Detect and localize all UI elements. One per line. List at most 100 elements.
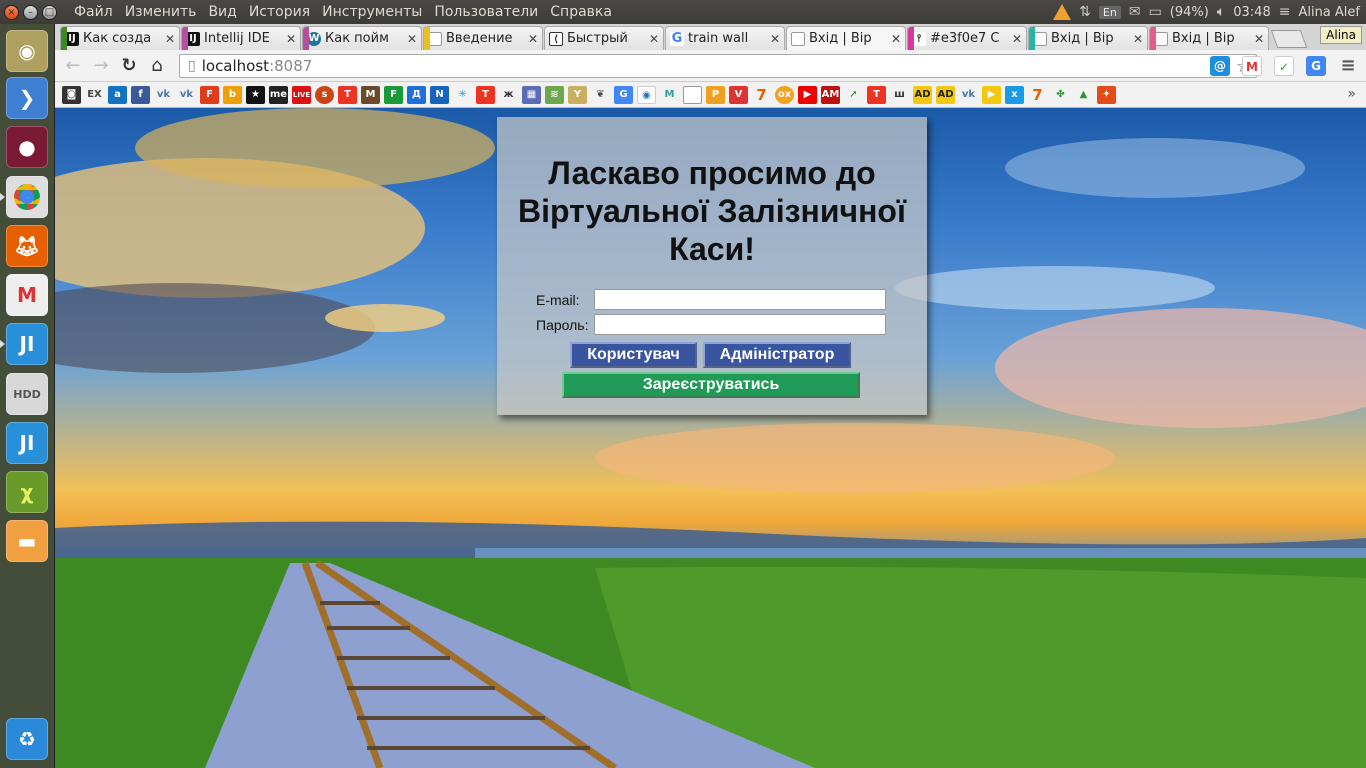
bookmark-seven-icon-2[interactable]: 7	[1028, 86, 1047, 104]
user-login-button[interactable]: Користувач	[570, 342, 697, 368]
tab-10[interactable]: Вхід | Вір ✕	[1149, 26, 1269, 50]
bookmark-facebook-icon[interactable]: f	[131, 85, 150, 104]
menu-help[interactable]: Справка	[544, 4, 618, 20]
bookmark-fire-icon[interactable]: ✦	[1097, 85, 1116, 104]
menu-view[interactable]: Вид	[202, 4, 242, 20]
user-name[interactable]: Alina Alef	[1298, 5, 1360, 20]
bookmark-instagram-icon[interactable]: ◙	[62, 85, 81, 104]
hard-drive-icon[interactable]: HDD	[6, 373, 48, 415]
bookmark-b-icon[interactable]: b	[223, 85, 242, 104]
bookmark-t-icon-3[interactable]: T	[867, 85, 886, 104]
clock[interactable]: 03:48	[1233, 5, 1270, 20]
bookmark-n-icon[interactable]: N	[430, 85, 449, 104]
intellij-icon-2[interactable]: JI	[6, 422, 48, 464]
firefox-icon[interactable]: 🦊︎	[6, 225, 48, 267]
menu-tools[interactable]: Инструменты	[316, 4, 428, 20]
window-maximize-button[interactable]: □	[42, 4, 57, 20]
session-menu-icon[interactable]: ≡	[1279, 4, 1291, 20]
gmail-checker-icon[interactable]: M	[1242, 56, 1262, 76]
bookmark-y-icon[interactable]: Y	[568, 85, 587, 104]
window-minimize-button[interactable]: –	[23, 4, 38, 20]
tab-9[interactable]: Вхід | Вір ✕	[1028, 26, 1148, 50]
transfer-icon[interactable]: ⇅	[1079, 4, 1091, 20]
shield-icon[interactable]: ✓	[1274, 56, 1294, 76]
tab-1[interactable]: IJ Как созда ✕	[60, 26, 180, 50]
xiphos-icon[interactable]: χ	[6, 471, 48, 513]
bookmark-sh-icon[interactable]: ш	[890, 86, 909, 104]
reload-icon[interactable]: ↻	[115, 55, 143, 76]
bookmark-recycle-icon[interactable]: ✤	[1051, 86, 1070, 104]
bookmark-live-icon[interactable]: LIVE	[292, 85, 311, 104]
bookmark-ad-icon-2[interactable]: AD	[936, 85, 955, 104]
menu-history[interactable]: История	[243, 4, 316, 20]
tab-5[interactable]: ⟨ Быстрый ✕	[544, 26, 664, 50]
tab-7-active[interactable]: Вхід | Вір ✕	[786, 26, 906, 50]
tab-close-icon[interactable]: ✕	[1012, 32, 1022, 46]
bookmark-wave-icon[interactable]: ≋	[545, 85, 564, 104]
bookmark-vk-icon-2[interactable]: vk	[177, 86, 196, 104]
forward-arrow-icon[interactable]: →	[87, 55, 115, 76]
tab-close-icon[interactable]: ✕	[649, 32, 659, 46]
tab-3[interactable]: W Как пойм ✕	[302, 26, 422, 50]
bookmark-translate-icon[interactable]: G	[614, 85, 633, 104]
menu-users[interactable]: Пользователи	[428, 4, 544, 20]
intellij-icon[interactable]: JI	[0, 323, 48, 365]
tab-close-icon[interactable]: ✕	[286, 32, 296, 46]
bookmark-f-icon[interactable]: F	[200, 85, 219, 104]
keyboard-layout-indicator[interactable]: En	[1098, 5, 1121, 19]
bookmark-youtube-icon[interactable]: ▶	[798, 85, 817, 104]
tab-2[interactable]: IJ Intellij IDE ✕	[181, 26, 301, 50]
tab-close-icon[interactable]: ✕	[891, 32, 901, 46]
bookmark-pix-icon[interactable]: P	[706, 85, 725, 104]
tab-close-icon[interactable]: ✕	[1133, 32, 1143, 46]
bookmark-tag-icon[interactable]: ▶	[982, 85, 1001, 104]
bookmark-drive-icon[interactable]: ▲	[1074, 86, 1093, 104]
chrome-menu-icon[interactable]: ≡	[1338, 56, 1358, 76]
bookmark-olx-icon[interactable]: ox	[775, 85, 794, 104]
bookmark-v-icon[interactable]: V	[729, 85, 748, 104]
bookmark-vk-icon[interactable]: vk	[154, 86, 173, 104]
new-tab-button[interactable]	[1270, 30, 1308, 48]
bookmark-t-icon[interactable]: T	[338, 85, 357, 104]
bookmark-page-icon[interactable]	[683, 85, 702, 104]
tab-close-icon[interactable]: ✕	[1254, 32, 1264, 46]
bookmark-s-icon[interactable]: s	[315, 85, 334, 104]
bookmark-dynamo-icon[interactable]: Д	[407, 85, 426, 104]
bookmarks-more-icon[interactable]: »	[1347, 86, 1356, 102]
bookmark-grid-icon[interactable]: ▦	[522, 85, 541, 104]
bookmark-ex-icon[interactable]: EX	[85, 86, 104, 104]
gmail-icon[interactable]: M	[6, 274, 48, 316]
menu-file[interactable]: Файл	[68, 4, 119, 20]
bookmark-green-f-icon[interactable]: F	[384, 85, 403, 104]
ubuntu-dash-icon[interactable]: ◉	[6, 30, 48, 72]
password-field[interactable]	[594, 314, 886, 335]
profile-button[interactable]: Alina	[1320, 26, 1362, 44]
bookmark-eye-icon[interactable]: ◉	[637, 85, 656, 104]
address-bar[interactable]: ▯ localhost:8087 ☆	[179, 54, 1257, 78]
bookmark-ad-icon[interactable]: AD	[913, 85, 932, 104]
tab-6[interactable]: Gtrain wall ✕	[665, 26, 785, 50]
bookmark-arrow-icon[interactable]: ➚	[844, 86, 863, 104]
bookmark-star-icon[interactable]: ★	[246, 85, 265, 104]
tab-8[interactable]: ⫯ #e3f0e7 C ✕	[907, 26, 1027, 50]
chrome-icon[interactable]	[0, 176, 48, 218]
home-icon[interactable]: ⌂	[143, 55, 171, 76]
bookmark-am-icon[interactable]: AM	[821, 85, 840, 104]
tab-close-icon[interactable]: ✕	[770, 32, 780, 46]
email-field[interactable]	[594, 289, 886, 310]
bookmark-me-icon[interactable]: me	[269, 85, 288, 104]
update-warning-icon[interactable]	[1053, 4, 1072, 20]
bookmark-m-teal-icon[interactable]: M	[660, 86, 679, 104]
tab-4[interactable]: Введение ✕	[423, 26, 543, 50]
battery-icon[interactable]: ▭	[1149, 4, 1162, 20]
mail-ru-icon[interactable]: @	[1210, 56, 1230, 76]
bookmark-seven-icon[interactable]: 7	[752, 86, 771, 104]
bookmark-t-icon-2[interactable]: T	[476, 85, 495, 104]
tab-close-icon[interactable]: ✕	[407, 32, 417, 46]
workspace-switcher-icon[interactable]: ❯	[6, 77, 48, 119]
bookmark-m-icon[interactable]: M	[361, 85, 380, 104]
trash-icon[interactable]: ♻	[6, 718, 48, 760]
tab-close-icon[interactable]: ✕	[165, 32, 175, 46]
bookmark-leaf-icon[interactable]: ❦	[591, 86, 610, 104]
register-button[interactable]: Зареєструватись	[562, 372, 860, 398]
